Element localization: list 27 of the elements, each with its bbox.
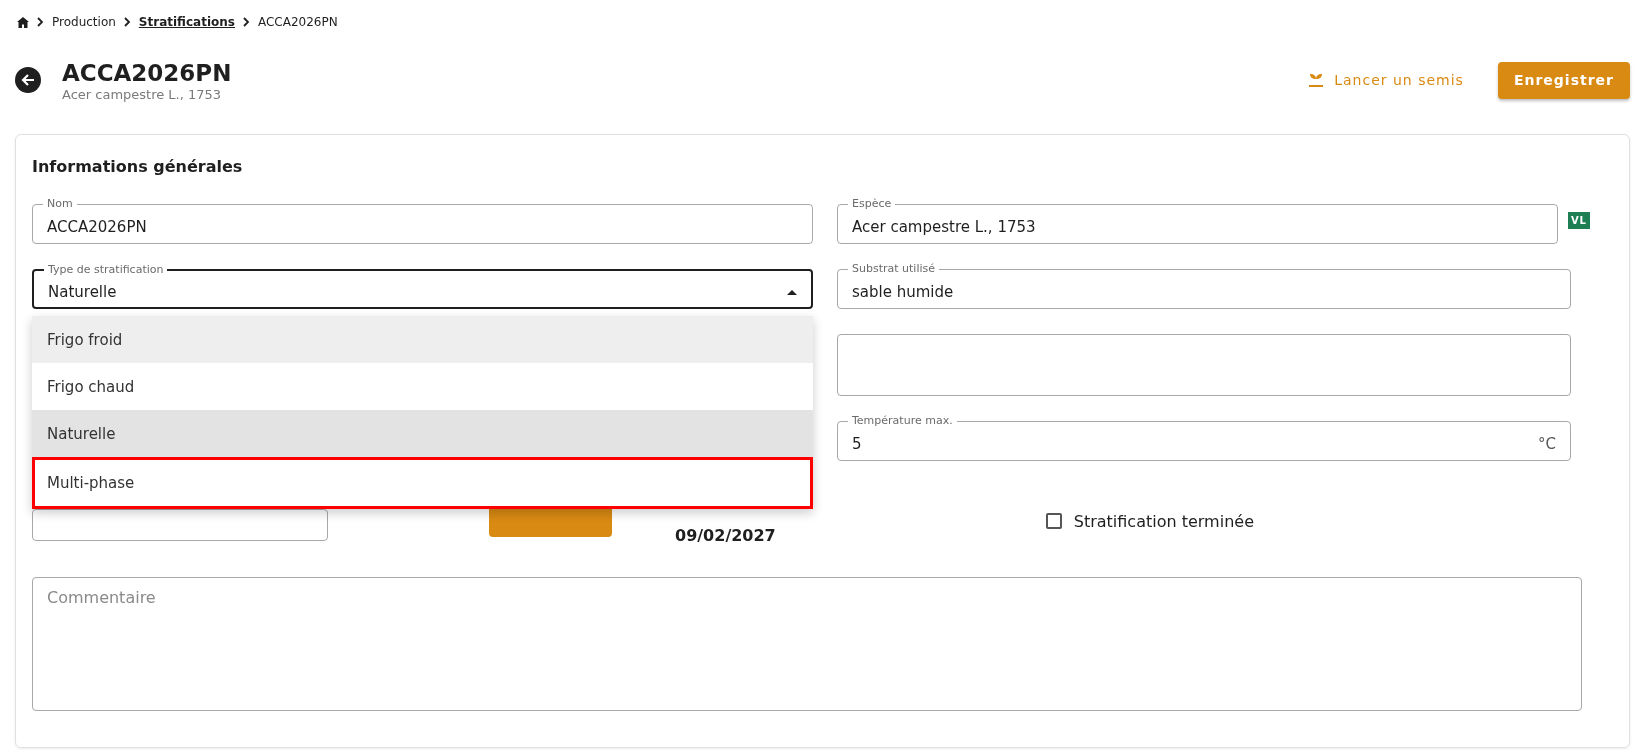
field-label: Espèce [848,197,896,211]
comment-field[interactable]: Commentaire [32,577,1582,711]
field-label: Température max. [848,414,957,428]
sprout-icon [1308,73,1325,87]
date-field[interactable] [32,509,328,541]
breadcrumb-item: ACCA2026PN [258,15,338,29]
back-button[interactable] [15,67,41,93]
page-subtitle: Acer campestre L., 1753 [62,86,223,102]
caret-icon [787,289,797,295]
dropdown-option[interactable]: Multi-phase [32,457,813,509]
chevron-right-icon [243,17,250,27]
chevron-right-icon [123,17,131,27]
home-icon[interactable] [17,16,29,28]
finished-checkbox[interactable]: Stratification terminée [1045,511,1254,531]
chevron-right-icon [37,17,44,27]
dropdown-option[interactable]: Frigo froid [32,316,813,363]
breadcrumb-link[interactable]: Stratifications [138,15,235,29]
dropdown-option[interactable]: Frigo chaud [32,363,813,410]
field-label: Type de stratification [44,263,168,277]
page-title: ACCA2026PN [62,58,233,87]
breadcrumb-item: Production [52,15,116,29]
arrow-left-icon [20,72,36,88]
end-date: 09/02/2027 [675,525,776,545]
section-title: Informations générales [32,157,244,176]
dropdown-option[interactable]: Naturelle [32,410,813,457]
unit-label: °C [1538,435,1556,453]
species-badge: VL [1567,211,1590,229]
